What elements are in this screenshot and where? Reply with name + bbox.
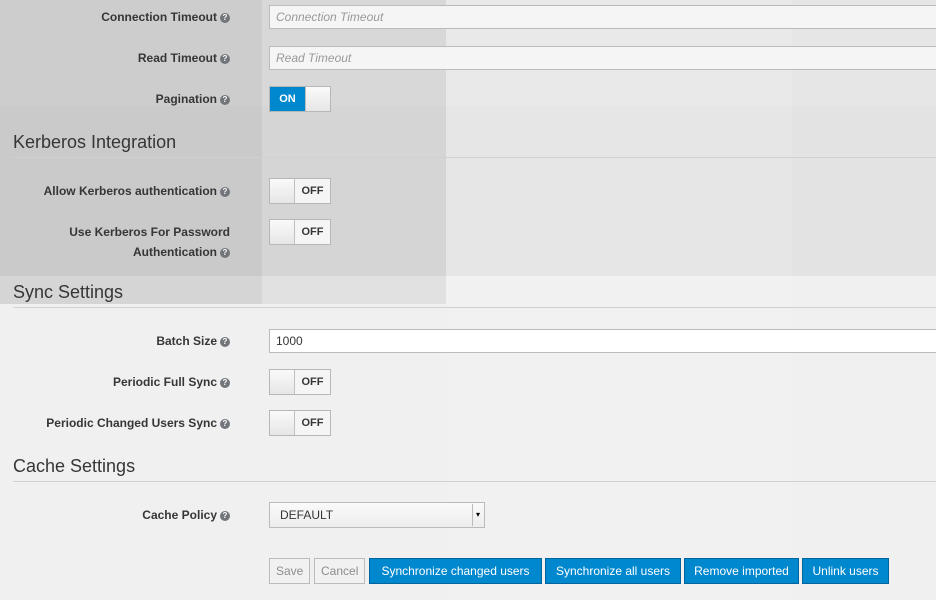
batch-size-label: Batch Size? <box>156 331 230 351</box>
toggle-state: OFF <box>301 185 324 197</box>
toggle-state: ON <box>270 87 305 111</box>
toggle-knob <box>270 411 295 435</box>
periodic-full-sync-label: Periodic Full Sync? <box>113 372 230 392</box>
help-icon[interactable]: ? <box>220 336 230 347</box>
toggle-knob <box>270 179 295 203</box>
help-icon[interactable]: ? <box>220 418 230 429</box>
cache-policy-label: Cache Policy? <box>142 505 230 525</box>
help-icon[interactable]: ? <box>220 12 230 23</box>
periodic-changed-sync-label: Periodic Changed Users Sync? <box>46 413 230 433</box>
toggle-knob <box>270 370 295 394</box>
unlink-users-button[interactable]: Unlink users <box>802 558 889 584</box>
sync-all-users-button[interactable]: Synchronize all users <box>545 558 681 584</box>
toggle-knob <box>270 220 295 244</box>
cache-policy-select[interactable]: DEFAULT ▾ <box>269 502 485 528</box>
toggle-state: OFF <box>301 376 324 388</box>
chevron-down-icon: ▾ <box>472 504 483 526</box>
section-title-cache: Cache Settings <box>13 456 936 482</box>
connection-timeout-label: Connection Timeout? <box>101 7 230 27</box>
use-kerberos-password-label: Use Kerberos For Password Authentication… <box>69 225 230 259</box>
periodic-full-sync-toggle[interactable]: OFF <box>269 369 331 395</box>
help-icon[interactable]: ? <box>220 510 230 521</box>
help-icon[interactable]: ? <box>220 53 230 64</box>
section-title-sync: Sync Settings <box>13 282 936 308</box>
help-icon[interactable]: ? <box>220 186 230 197</box>
help-icon[interactable]: ? <box>220 247 230 258</box>
periodic-changed-sync-toggle[interactable]: OFF <box>269 410 331 436</box>
sync-changed-users-button[interactable]: Synchronize changed users <box>369 558 542 584</box>
pagination-label: Pagination? <box>156 89 230 109</box>
section-title-kerberos: Kerberos Integration <box>13 132 936 158</box>
allow-kerberos-toggle[interactable]: OFF <box>269 178 331 204</box>
toggle-state: OFF <box>301 226 324 238</box>
pagination-toggle[interactable]: ON <box>269 86 331 112</box>
toggle-knob <box>305 87 330 111</box>
help-icon[interactable]: ? <box>220 377 230 388</box>
connection-timeout-input[interactable]: Connection Timeout <box>269 5 936 29</box>
cancel-button[interactable]: Cancel <box>314 558 365 584</box>
toggle-state: OFF <box>301 417 324 429</box>
use-kerberos-password-toggle[interactable]: OFF <box>269 219 331 245</box>
cache-policy-value: DEFAULT <box>280 508 334 522</box>
batch-size-input[interactable]: 1000 <box>269 329 936 353</box>
read-timeout-input[interactable]: Read Timeout <box>269 46 936 70</box>
remove-imported-button[interactable]: Remove imported <box>684 558 799 584</box>
allow-kerberos-label: Allow Kerberos authentication? <box>44 181 230 201</box>
read-timeout-label: Read Timeout? <box>138 48 230 68</box>
save-button[interactable]: Save <box>269 558 310 584</box>
help-icon[interactable]: ? <box>220 94 230 105</box>
